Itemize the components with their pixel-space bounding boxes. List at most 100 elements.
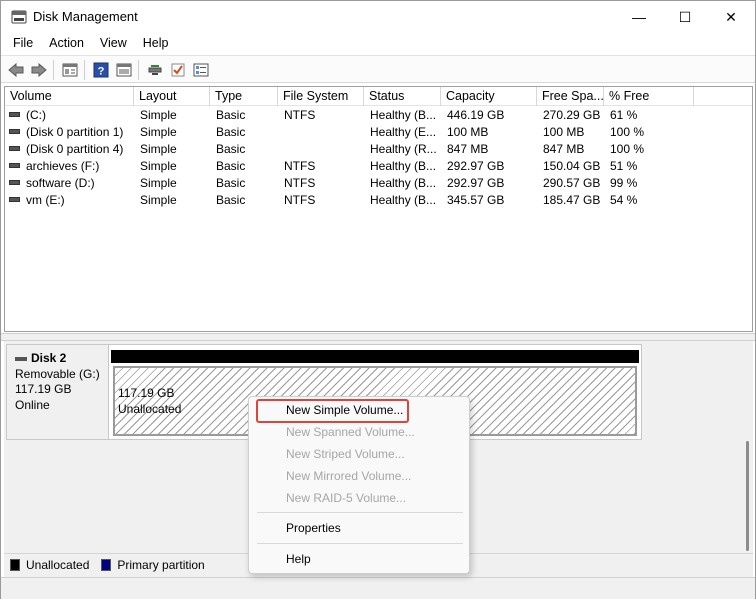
- column-header-status[interactable]: Status: [364, 87, 441, 106]
- table-row[interactable]: archieves (F:) Simple Basic NTFS Healthy (B.…: [5, 158, 752, 175]
- table-cell: 270.29 GB: [537, 107, 604, 124]
- cell-text: 847 MB: [447, 142, 489, 156]
- cell-text: NTFS: [284, 159, 316, 173]
- menu-properties[interactable]: Properties: [253, 517, 465, 539]
- cell-text: (C:): [26, 108, 46, 122]
- table-row[interactable]: (Disk 0 partition 4) Simple Basic Healthy (…: [5, 141, 752, 158]
- toolbar-separator: [138, 60, 139, 80]
- volume-list[interactable]: Volume Layout Type File System Status Ca…: [4, 86, 753, 332]
- legend-primary: Primary partition: [101, 558, 205, 572]
- column-header-volume[interactable]: Volume: [5, 87, 134, 106]
- minimize-button[interactable]: —: [616, 1, 662, 33]
- menu-new-raid5-volume[interactable]: New RAID-5 Volume...: [253, 487, 465, 509]
- column-header-percent-free[interactable]: % Free: [604, 87, 694, 106]
- connect-icon[interactable]: [145, 60, 165, 80]
- menu-new-striped-volume[interactable]: New Striped Volume...: [253, 443, 465, 465]
- check-icon[interactable]: [168, 60, 188, 80]
- cell-text: 100 %: [610, 125, 645, 139]
- volume-icon: [9, 180, 20, 186]
- disk-name: Disk 2: [15, 351, 108, 367]
- table-row[interactable]: (Disk 0 partition 1) Simple Basic Healthy (…: [5, 124, 752, 141]
- table-cell: software (D:): [5, 175, 134, 192]
- menu-help-item[interactable]: Help: [253, 548, 465, 570]
- maximize-button[interactable]: ☐: [662, 1, 708, 33]
- cell-text: 290.57 GB: [543, 176, 601, 190]
- cell-text: Healthy (B...: [370, 159, 437, 173]
- unallocated-text: 117.19 GB Unallocated: [118, 386, 181, 417]
- table-cell: NTFS: [278, 175, 364, 192]
- table-row[interactable]: software (D:) Simple Basic NTFS Healthy (B..…: [5, 175, 752, 192]
- vertical-scrollbar[interactable]: [746, 441, 749, 551]
- cell-text: 51 %: [610, 159, 638, 173]
- cell-text: 100 MB: [447, 125, 489, 139]
- properties-icon[interactable]: [114, 60, 134, 80]
- table-cell: 290.57 GB: [537, 175, 604, 192]
- table-cell: 292.97 GB: [441, 175, 537, 192]
- status-bar: [1, 577, 755, 599]
- column-header-file-system[interactable]: File System: [278, 87, 364, 106]
- cell-text: Simple: [140, 176, 177, 190]
- table-cell: Basic: [210, 124, 278, 141]
- table-cell: archieves (F:): [5, 158, 134, 175]
- table-cell: 847 MB: [441, 141, 537, 158]
- table-cell: Healthy (B...: [364, 107, 441, 124]
- column-header-capacity[interactable]: Capacity: [441, 87, 537, 106]
- menu-file[interactable]: File: [5, 33, 41, 54]
- cell-text: 847 MB: [543, 142, 585, 156]
- cell-text: 446.19 GB: [447, 108, 505, 122]
- disk-size: 117.19 GB: [15, 382, 72, 396]
- back-icon[interactable]: [6, 60, 26, 80]
- table-cell: 51 %: [604, 158, 694, 175]
- list-icon[interactable]: [191, 60, 211, 80]
- table-row[interactable]: vm (E:) Simple Basic NTFS Healthy (B... 345.5…: [5, 192, 752, 209]
- table-cell: Simple: [134, 124, 210, 141]
- menu-new-spanned-volume[interactable]: New Spanned Volume...: [253, 421, 465, 443]
- table-cell: 150.04 GB: [537, 158, 604, 175]
- cell-text: 292.97 GB: [447, 176, 505, 190]
- minimize-icon: —: [632, 9, 646, 25]
- help-icon[interactable]: ?: [91, 60, 111, 80]
- menu-new-simple-volume[interactable]: New Simple Volume...: [253, 399, 465, 421]
- volume-icon: [9, 197, 20, 203]
- forward-icon[interactable]: [29, 60, 49, 80]
- menu-view[interactable]: View: [92, 33, 135, 54]
- table-cell: (Disk 0 partition 1): [5, 124, 134, 141]
- legend-unallocated: Unallocated: [10, 558, 89, 572]
- menu-help[interactable]: Help: [135, 33, 177, 54]
- table-row[interactable]: (C:) Simple Basic NTFS Healthy (B... 446.19 G…: [5, 107, 752, 124]
- close-icon: ✕: [725, 8, 737, 25]
- menu-bar: File Action View Help: [1, 33, 755, 54]
- close-button[interactable]: ✕: [708, 1, 754, 33]
- table-cell: [278, 141, 364, 158]
- console-tree-icon[interactable]: [60, 60, 80, 80]
- table-cell: 446.19 GB: [441, 107, 537, 124]
- table-cell: 100 %: [604, 141, 694, 158]
- cell-text: 150.04 GB: [543, 159, 601, 173]
- cell-text: Basic: [216, 108, 246, 122]
- column-header-layout[interactable]: Layout: [134, 87, 210, 106]
- cell-text: Healthy (E...: [370, 125, 437, 139]
- toolbar: ?: [1, 55, 755, 83]
- window-title: Disk Management: [33, 9, 138, 24]
- column-header-free-space[interactable]: Free Spa...: [537, 87, 604, 106]
- menu-separator: [257, 512, 463, 513]
- menu-action[interactable]: Action: [41, 33, 92, 54]
- table-cell: (Disk 0 partition 4): [5, 141, 134, 158]
- column-header-type[interactable]: Type: [210, 87, 278, 106]
- partition-size: 117.19 GB: [118, 386, 175, 400]
- table-cell: 100 %: [604, 124, 694, 141]
- disk-info[interactable]: Disk 2 Removable (G:) 117.19 GB Online: [6, 344, 109, 440]
- table-cell: Simple: [134, 107, 210, 124]
- cell-text: Basic: [216, 193, 246, 207]
- volume-icon: [9, 146, 20, 152]
- table-cell: Healthy (R...: [364, 141, 441, 158]
- table-cell: Basic: [210, 107, 278, 124]
- table-cell: NTFS: [278, 158, 364, 175]
- maximize-icon: ☐: [678, 8, 692, 25]
- cell-text: archieves (F:): [26, 159, 100, 173]
- pane-splitter[interactable]: [1, 333, 755, 341]
- menu-separator: [257, 543, 463, 544]
- title-bar: Disk Management — ☐ ✕: [1, 1, 755, 33]
- menu-new-mirrored-volume[interactable]: New Mirrored Volume...: [253, 465, 465, 487]
- disk-icon: [15, 356, 27, 361]
